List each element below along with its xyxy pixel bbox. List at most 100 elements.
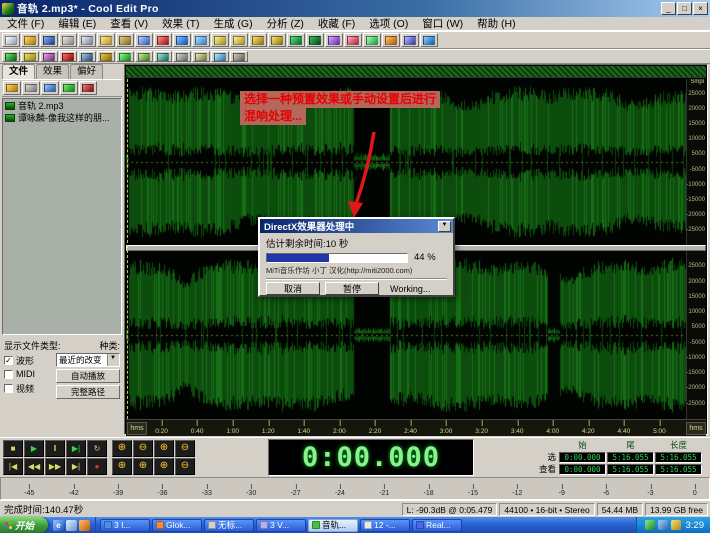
file-list-item[interactable]: 谭咏麟-像我这样的朋... bbox=[4, 112, 120, 124]
multitrack-view-button[interactable] bbox=[21, 51, 39, 62]
convert-sample-type-button[interactable] bbox=[325, 33, 343, 47]
waveform-view-button[interactable] bbox=[306, 33, 324, 47]
undo-button[interactable] bbox=[173, 33, 191, 47]
zoom-full-button[interactable] bbox=[268, 33, 286, 47]
fast-forward-button[interactable]: ▶▶ bbox=[45, 458, 65, 475]
internet-explorer-icon[interactable]: e bbox=[53, 520, 64, 531]
taskbar-task-1[interactable]: 3 I... bbox=[100, 519, 150, 532]
play-looped-button[interactable]: ↻ bbox=[87, 440, 107, 457]
menu-view[interactable]: 查看 (V) bbox=[103, 17, 155, 31]
playback-cursor[interactable] bbox=[127, 79, 128, 419]
menu-effects[interactable]: 效果 (T) bbox=[155, 17, 206, 31]
minimize-icon[interactable]: _ bbox=[661, 2, 676, 15]
checked-checkbox[interactable]: ✓ bbox=[4, 356, 13, 365]
cd-project-view-button[interactable] bbox=[40, 51, 58, 62]
selection-begin-value[interactable]: 0:00.000 bbox=[559, 452, 606, 463]
menu-favorites[interactable]: 收藏 (F) bbox=[311, 17, 362, 31]
zoom-out-vertical-button[interactable]: ⊖ bbox=[175, 458, 195, 475]
organizer-insert-multitrack-button[interactable] bbox=[41, 81, 59, 95]
tab-favorites[interactable]: 偏好 bbox=[70, 64, 103, 79]
unchecked-checkbox[interactable] bbox=[4, 384, 13, 393]
noise-reduction-button[interactable] bbox=[173, 51, 191, 62]
monitor-button[interactable] bbox=[211, 51, 229, 62]
organizer-close-file-button[interactable] bbox=[22, 81, 40, 95]
zoom-to-selection-button[interactable]: ⊕ bbox=[154, 440, 174, 457]
cue-list-button[interactable] bbox=[344, 33, 362, 47]
zoom-in-button[interactable] bbox=[211, 33, 229, 47]
open-file-button[interactable] bbox=[21, 33, 39, 47]
cut-button[interactable] bbox=[78, 33, 96, 47]
record-meter-button[interactable] bbox=[59, 51, 77, 62]
menu-analyze[interactable]: 分析 (Z) bbox=[260, 17, 311, 31]
show-desktop-icon[interactable] bbox=[66, 520, 77, 531]
go-to-start-button[interactable]: |◀ bbox=[3, 458, 23, 475]
antivirus-icon[interactable] bbox=[645, 520, 655, 530]
file-list-item[interactable]: 音轨 2.mp3 bbox=[4, 100, 120, 112]
organizer-play-button[interactable] bbox=[60, 81, 78, 95]
spectral-view-button[interactable] bbox=[287, 33, 305, 47]
save-file-button[interactable] bbox=[40, 33, 58, 47]
organizer-stop-button[interactable] bbox=[79, 81, 97, 95]
messenger-icon[interactable] bbox=[671, 520, 681, 530]
close-file-button[interactable] bbox=[59, 33, 77, 47]
envelope-button[interactable] bbox=[116, 51, 134, 62]
cd-player-button[interactable] bbox=[401, 33, 419, 47]
menu-edit[interactable]: 编辑 (E) bbox=[51, 17, 103, 31]
stop-button[interactable]: ■ bbox=[3, 440, 23, 457]
menu-generate[interactable]: 生成 (G) bbox=[207, 17, 260, 31]
effects-rack-button[interactable] bbox=[382, 33, 400, 47]
zoom-in-vertical-button[interactable]: ⊕ bbox=[154, 458, 174, 475]
play-button[interactable]: ▶ bbox=[24, 440, 44, 457]
zoom-selection-left-button[interactable]: ⊕ bbox=[112, 458, 132, 475]
mixer-button[interactable] bbox=[78, 51, 96, 62]
reverb-button[interactable] bbox=[154, 51, 172, 62]
loop-button[interactable] bbox=[97, 51, 115, 62]
level-meter[interactable]: -45-42-39-36-33-30-27-24-21-18-15-12-9-6… bbox=[0, 477, 710, 500]
overview-scroll-bar[interactable] bbox=[126, 66, 706, 78]
delete-selection-button[interactable] bbox=[154, 33, 172, 47]
redo-button[interactable] bbox=[192, 33, 210, 47]
script-button[interactable] bbox=[192, 51, 210, 62]
view-begin-value[interactable]: 0:00.000 bbox=[559, 464, 606, 475]
cancel-button[interactable]: 取消 bbox=[266, 282, 320, 295]
taskbar-clock[interactable]: 3:29 bbox=[686, 520, 705, 531]
media-player-icon[interactable] bbox=[79, 520, 90, 531]
dialog-titlebar[interactable]: DirectX效果器处理中 bbox=[260, 219, 453, 233]
menu-file[interactable]: 文件 (F) bbox=[0, 17, 51, 31]
rewind-button[interactable]: ◀◀ bbox=[24, 458, 44, 475]
play-to-end-button[interactable]: ▶| bbox=[66, 440, 86, 457]
tab-effects[interactable]: 效果 bbox=[36, 64, 69, 79]
taskbar-task-5[interactable]: 音轨... bbox=[308, 519, 358, 532]
taskbar-task-3[interactable]: 无标... bbox=[204, 519, 254, 532]
new-file-button[interactable] bbox=[2, 33, 20, 47]
organizer-open-file-button[interactable] bbox=[3, 81, 21, 95]
selection-length-value[interactable]: 5:16.055 bbox=[655, 452, 702, 463]
dialog-collapse-icon[interactable] bbox=[438, 221, 451, 232]
taskbar-task-4[interactable]: 3 V... bbox=[256, 519, 306, 532]
sort-dropdown[interactable]: 最近的改变 bbox=[56, 353, 120, 367]
taskbar-task-7[interactable]: Real... bbox=[412, 519, 462, 532]
options-button[interactable] bbox=[230, 51, 248, 62]
chevron-down-icon[interactable] bbox=[107, 354, 119, 366]
zoom-selection-button[interactable] bbox=[249, 33, 267, 47]
selection-end-value[interactable]: 5:16.055 bbox=[607, 452, 654, 463]
menu-options[interactable]: 选项 (O) bbox=[362, 17, 415, 31]
zoom-selection-right-button[interactable]: ⊕ bbox=[133, 458, 153, 475]
taskbar-task-6[interactable]: 12 -... bbox=[360, 519, 410, 532]
time-display[interactable]: 0:00.000 bbox=[268, 439, 474, 476]
file-list[interactable]: 音轨 2.mp3谭咏麟-像我这样的朋... bbox=[2, 98, 122, 335]
mix-paste-button[interactable] bbox=[135, 33, 153, 47]
normalize-button[interactable] bbox=[135, 51, 153, 62]
auto-play-button[interactable]: 自动播放 bbox=[56, 369, 120, 383]
timeline-ruler[interactable]: 0:200:401:001:201:402:002:202:403:003:20… bbox=[126, 419, 706, 436]
go-to-end-button[interactable]: ▶| bbox=[66, 458, 86, 475]
menu-window[interactable]: 窗口 (W) bbox=[415, 17, 470, 31]
start-button[interactable]: 开始 bbox=[0, 517, 48, 533]
zoom-in-horizontal-button[interactable]: ⊕ bbox=[112, 440, 132, 457]
pause-button[interactable]: ‖ bbox=[45, 440, 65, 457]
paste-button[interactable] bbox=[116, 33, 134, 47]
play-list-button[interactable] bbox=[363, 33, 381, 47]
edit-view-button[interactable] bbox=[2, 51, 20, 62]
unchecked-checkbox[interactable] bbox=[4, 370, 13, 379]
full-paths-button[interactable]: 完整路径 bbox=[56, 385, 120, 399]
